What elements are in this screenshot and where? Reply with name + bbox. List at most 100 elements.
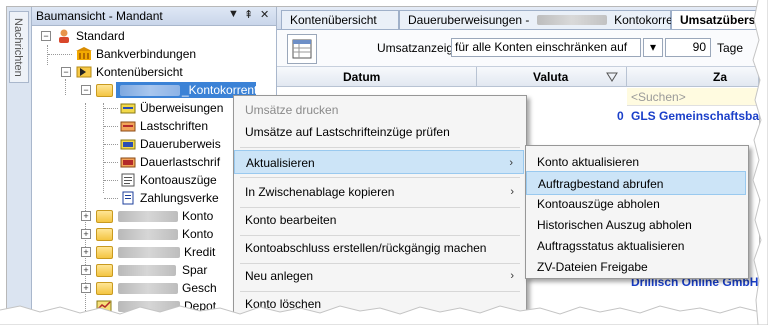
collapse-icon[interactable]: − <box>61 67 71 77</box>
table-view-button[interactable] <box>287 34 317 64</box>
column-header-datum[interactable]: Datum <box>277 67 477 87</box>
days-value: 90 <box>692 40 706 54</box>
tree-item-label: Spar <box>182 263 208 277</box>
bank-icon <box>76 47 92 61</box>
menu-item-label: Historischen Auszug abholen <box>537 218 692 232</box>
folder-icon <box>96 282 113 295</box>
menu-separator <box>240 147 520 148</box>
submenu-item-zv-dateien[interactable]: ZV-Dateien Freigabe <box>526 255 746 279</box>
redacted-text <box>118 265 176 276</box>
pin-icon[interactable]: ⇞ <box>244 8 253 21</box>
menu-item-kontoabschluss[interactable]: Kontoabschluss erstellen/rückgängig mach… <box>234 236 524 260</box>
table-cell: 0 <box>613 107 627 125</box>
redacted-text <box>118 229 178 240</box>
collapse-icon[interactable]: − <box>81 85 91 95</box>
tree-item-bankverbindungen[interactable]: Bankverbindungen <box>32 45 276 63</box>
folder-icon <box>96 264 113 277</box>
column-header-valuta[interactable]: Valuta <box>477 67 627 87</box>
user-icon <box>56 29 72 43</box>
tree-item-label: Kredit <box>184 245 216 259</box>
chevron-right-icon: › <box>510 270 514 282</box>
arrow-icon <box>76 65 92 79</box>
torn-edge-right <box>752 0 768 325</box>
expand-icon[interactable]: + <box>81 265 91 275</box>
pin-dropdown-icon[interactable]: ▼ <box>228 8 239 20</box>
cell-text: 0 <box>617 109 624 123</box>
menu-item-label: Auftragsstatus aktualisieren <box>537 239 685 253</box>
menu-item-aktualisieren[interactable]: Aktualisieren › <box>234 150 524 174</box>
expand-icon[interactable]: + <box>81 283 91 293</box>
table-cell[interactable]: GLS Gemeinschaftsbar <box>627 107 759 125</box>
menu-item-label: Auftragbestand abrufen <box>538 177 664 191</box>
payment-icon <box>120 191 136 205</box>
filter-dropdown-button[interactable]: ▾ <box>643 38 663 57</box>
folder-icon <box>96 210 113 223</box>
tab-bar: Kontenübersicht Daueruberweisungen - Kon… <box>277 7 759 30</box>
menu-item-label: Konto bearbeiten <box>245 213 337 227</box>
transfer-icon <box>120 101 136 115</box>
close-icon[interactable]: ✕ <box>260 8 269 21</box>
menu-item-label: Umsätze auf Lastschrifteinzüge prüfen <box>245 125 450 139</box>
tree-line <box>104 198 118 199</box>
tab-label: Kontenübersicht <box>290 13 377 27</box>
expand-icon[interactable]: + <box>81 211 91 221</box>
tab-umsatzuebersicht[interactable]: Umsatzübersi <box>671 10 759 29</box>
column-header-za[interactable]: Za <box>627 67 759 87</box>
expand-icon[interactable]: + <box>81 229 91 239</box>
tree-item-label: Zahlungsverke <box>140 191 219 205</box>
tree-item-standard[interactable]: − Standard <box>32 27 276 45</box>
folder-icon <box>96 246 113 259</box>
standing-debit-icon <box>120 155 136 169</box>
submenu-aktualisieren: Konto aktualisieren Auftragbestand abruf… <box>525 145 749 279</box>
menu-separator <box>240 177 520 178</box>
context-menu: Umsätze drucken Umsätze auf Lastschrifte… <box>233 95 527 315</box>
side-strip: Nachrichten <box>7 7 32 315</box>
messages-side-tab[interactable]: Nachrichten <box>9 11 29 83</box>
redacted-text <box>118 247 180 258</box>
tree-item-kontenuebersicht[interactable]: − Kontenübersicht <box>32 63 276 81</box>
menu-item-zwischenablage[interactable]: In Zwischenablage kopieren › <box>234 180 524 204</box>
filter-combobox[interactable]: für alle Konten einschränken auf <box>451 38 641 57</box>
tab-label: Umsatzübersi <box>680 13 759 27</box>
chevron-right-icon: › <box>510 186 514 198</box>
debit-icon <box>120 119 136 133</box>
tree-item-label: Lastschriften <box>140 119 209 133</box>
days-input[interactable]: 90 <box>665 38 711 57</box>
tree-panel-title: Baumansicht - Mandant <box>36 9 163 23</box>
expand-icon[interactable]: + <box>81 247 91 257</box>
menu-item-lastschrift-pruefen[interactable]: Umsätze auf Lastschrifteinzüge prüfen <box>234 120 524 144</box>
messages-side-tab-label: Nachrichten <box>12 18 24 77</box>
tree-item-label: Konto <box>182 227 214 241</box>
redacted-text <box>536 15 607 25</box>
tab-kontenuebersicht[interactable]: Kontenübersicht <box>281 10 399 29</box>
menu-item-neu-anlegen[interactable]: Neu anlegen › <box>234 264 524 288</box>
column-header-label: Valuta <box>533 70 569 84</box>
table-icon <box>292 39 312 59</box>
filter-sort-icon[interactable] <box>606 72 618 82</box>
redacted-text <box>118 211 178 222</box>
collapse-icon[interactable]: − <box>41 31 51 41</box>
tree-panel-header: Baumansicht - Mandant ▼ ⇞ ✕ <box>32 7 276 26</box>
menu-item-konto-bearbeiten[interactable]: Konto bearbeiten <box>234 208 524 232</box>
redacted-text <box>118 283 178 294</box>
menu-item-label: Kontoabschluss erstellen/rückgängig mach… <box>245 241 487 255</box>
tree-line <box>104 144 118 145</box>
menu-item-label: ZV-Dateien Freigabe <box>537 260 648 274</box>
tab-label: Daueruberweisungen - <box>408 13 530 27</box>
column-header-label: Za <box>713 70 728 84</box>
chevron-down-icon: ▾ <box>649 40 657 54</box>
search-input[interactable]: <Suchen> <box>627 88 759 106</box>
cell-text: GLS Gemeinschaftsbar <box>631 109 759 123</box>
tab-dauerueberweisungen[interactable]: Daueruberweisungen - Kontokorrent <box>399 10 683 29</box>
tree-line <box>104 180 118 181</box>
toolbar: Umsatzanzeige für alle Konten einschränk… <box>277 30 759 67</box>
tree-item-label: Dauerlastschrif <box>140 155 221 169</box>
menu-item-label: Aktualisieren <box>246 156 315 170</box>
tree-item-label: Überweisungen <box>140 101 224 115</box>
menu-item-label: In Zwischenablage kopieren <box>245 185 395 199</box>
tree-line <box>104 162 118 163</box>
column-header-label: Datum <box>343 70 381 84</box>
standing-order-icon <box>120 137 136 151</box>
menu-item-label: Neu anlegen <box>245 269 314 283</box>
tree-item-label: Gesch <box>182 281 217 295</box>
